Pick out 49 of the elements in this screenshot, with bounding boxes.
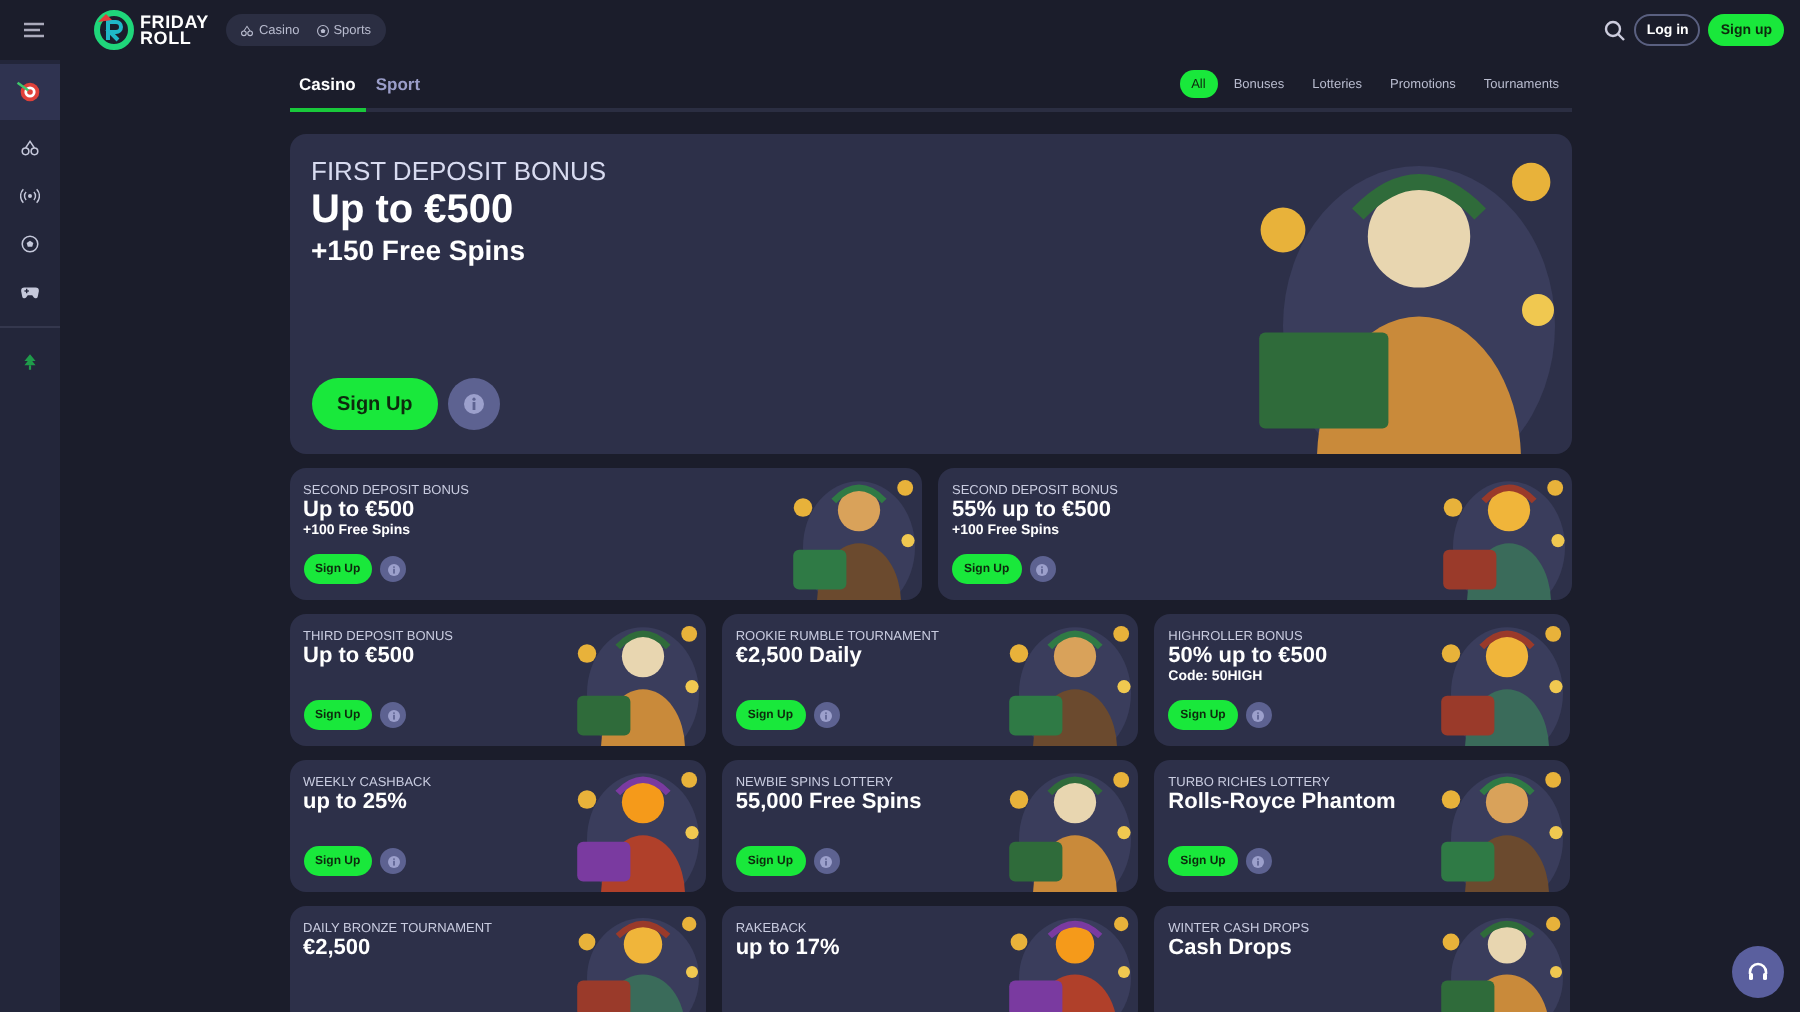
category-tab[interactable]: Sport [365, 60, 431, 112]
info-button[interactable] [380, 556, 407, 582]
cherries-icon [20, 138, 40, 158]
promo-title: Cash Drops [1168, 936, 1294, 963]
support-chat-button[interactable] [1732, 946, 1784, 998]
broadcast-icon [20, 186, 40, 206]
info-button[interactable] [813, 702, 839, 728]
promo-title: €2,500 Daily [735, 644, 864, 671]
promo-title: Up to €500 [303, 498, 417, 523]
info-icon [464, 394, 485, 414]
logo-text: FRIDAY ROLL [140, 14, 209, 46]
promo-title: 50% up to €500 [1168, 644, 1330, 669]
logo-icon [94, 10, 134, 50]
info-icon [820, 855, 832, 867]
promo-title: up to 17% [735, 936, 842, 963]
promo-title: up to 25% [303, 790, 409, 817]
promo-title: Up to €500 [303, 644, 417, 671]
promo-title: Up to €500 [311, 187, 516, 234]
info-icon [387, 855, 400, 867]
category-tab[interactable]: Casino [289, 60, 366, 112]
info-button[interactable] [1245, 848, 1272, 874]
cherries-icon [240, 23, 255, 37]
soccer-ball-icon [315, 23, 330, 37]
promo-title: €2,500 [303, 936, 373, 963]
info-button[interactable] [1245, 702, 1272, 728]
promo-label: FIRST DEPOSIT BONUS [311, 158, 609, 188]
info-icon [820, 709, 832, 721]
search-icon[interactable] [1604, 19, 1627, 41]
signup-button[interactable]: Sign Up [311, 378, 439, 430]
sidebar-item[interactable] [0, 64, 60, 120]
promo-title: 55% up to €500 [952, 498, 1113, 523]
headset-icon [1746, 960, 1770, 984]
gamepad-icon [20, 282, 40, 302]
info-button[interactable] [448, 378, 501, 430]
info-button[interactable] [380, 848, 407, 874]
info-button[interactable] [1029, 556, 1056, 582]
tree-icon [20, 352, 40, 372]
promo-title: 55,000 Free Spins [735, 790, 924, 817]
info-button[interactable] [380, 702, 407, 728]
target-icon [16, 78, 44, 106]
soccer-ball-icon [20, 234, 40, 254]
info-icon [1252, 855, 1265, 867]
info-icon [1036, 563, 1049, 575]
promo-title: Rolls-Royce Phantom [1168, 790, 1398, 817]
info-icon [1252, 709, 1265, 721]
info-icon [387, 709, 400, 721]
promo-subtitle: +150 Free Spins [311, 233, 528, 269]
info-button[interactable] [813, 848, 839, 874]
info-icon [387, 563, 400, 575]
